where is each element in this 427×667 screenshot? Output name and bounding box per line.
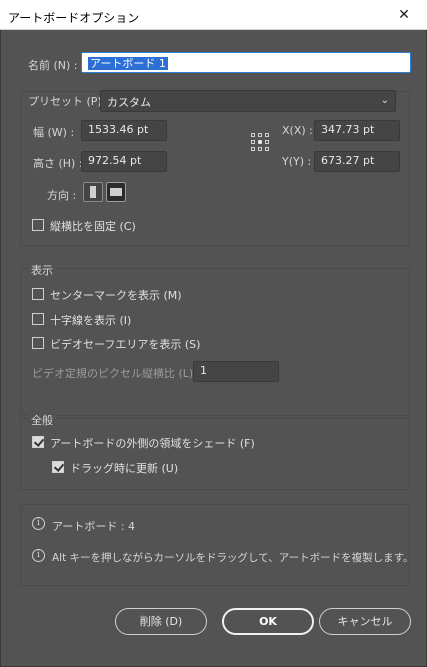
preset-label: プリセット (P) :	[28, 95, 109, 108]
name-value: アートボード 1	[88, 57, 168, 70]
chevron-down-icon: ⌄	[380, 95, 389, 106]
video-safe-checkbox[interactable]	[32, 337, 44, 349]
cross-hairs-label: 十字線を表示 (I)	[50, 314, 132, 327]
preset-select[interactable]: カスタム ⌄	[100, 90, 396, 112]
constrain-proportions-checkbox[interactable]	[32, 219, 44, 231]
pixel-aspect-label: ビデオ定規のピクセル縦横比 (L) :	[32, 367, 201, 380]
video-safe-label: ビデオセーフエリアを表示 (S)	[50, 338, 201, 351]
artboard-count: アートボード : 4	[52, 520, 136, 533]
constrain-proportions-label: 縦横比を固定 (C)	[50, 220, 136, 233]
delete-button[interactable]: 削除 (D)	[115, 608, 207, 635]
fade-region-checkbox[interactable]	[32, 436, 44, 448]
width-label: 幅 (W) :	[33, 126, 75, 139]
height-label: 高さ (H) :	[33, 157, 83, 170]
x-input[interactable]: 347.73 pt	[314, 120, 400, 141]
ok-button[interactable]: OK	[222, 608, 314, 635]
pixel-aspect-input[interactable]: 1	[193, 361, 279, 382]
reference-point-icon[interactable]	[251, 133, 269, 151]
fade-region-label: アートボードの外側の領域をシェード (F)	[50, 437, 255, 450]
cancel-button[interactable]: キャンセル	[319, 608, 411, 635]
width-input[interactable]: 1533.46 pt	[81, 120, 167, 141]
name-input[interactable]: アートボード 1	[81, 52, 411, 73]
x-label: X(X) :	[282, 124, 313, 137]
portrait-orientation-icon[interactable]	[83, 182, 103, 202]
landscape-orientation-icon[interactable]	[106, 182, 126, 202]
name-label: 名前 (N) :	[28, 59, 78, 72]
window-title: アートボードオプション	[8, 11, 140, 25]
y-input[interactable]: 673.27 pt	[314, 151, 400, 172]
cross-hairs-checkbox[interactable]	[32, 313, 44, 325]
center-mark-checkbox[interactable]	[32, 288, 44, 300]
info-icon: i	[32, 549, 45, 562]
update-while-dragging-checkbox[interactable]	[52, 461, 64, 473]
global-panel	[20, 418, 410, 490]
info-icon: i	[32, 517, 45, 530]
title-bar: アートボードオプション ✕	[0, 0, 427, 30]
preset-value: カスタム	[107, 96, 151, 109]
center-mark-label: センターマークを表示 (M)	[50, 289, 182, 302]
close-icon[interactable]: ✕	[381, 0, 427, 30]
tip-text: Alt キーを押しながらカーソルをドラッグして、アートボードを複製します。	[52, 552, 414, 564]
update-while-dragging-label: ドラッグ時に更新 (U)	[70, 462, 179, 475]
display-title: 表示	[28, 262, 56, 278]
height-input[interactable]: 972.54 pt	[81, 151, 167, 172]
info-panel	[20, 504, 410, 586]
orientation-label: 方向 :	[47, 189, 77, 202]
dialog-body: 名前 (N) : アートボード 1 プリセット (P) : カスタム ⌄ 幅 (…	[0, 30, 427, 667]
y-label: Y(Y) :	[282, 155, 312, 168]
global-title: 全般	[28, 412, 56, 428]
